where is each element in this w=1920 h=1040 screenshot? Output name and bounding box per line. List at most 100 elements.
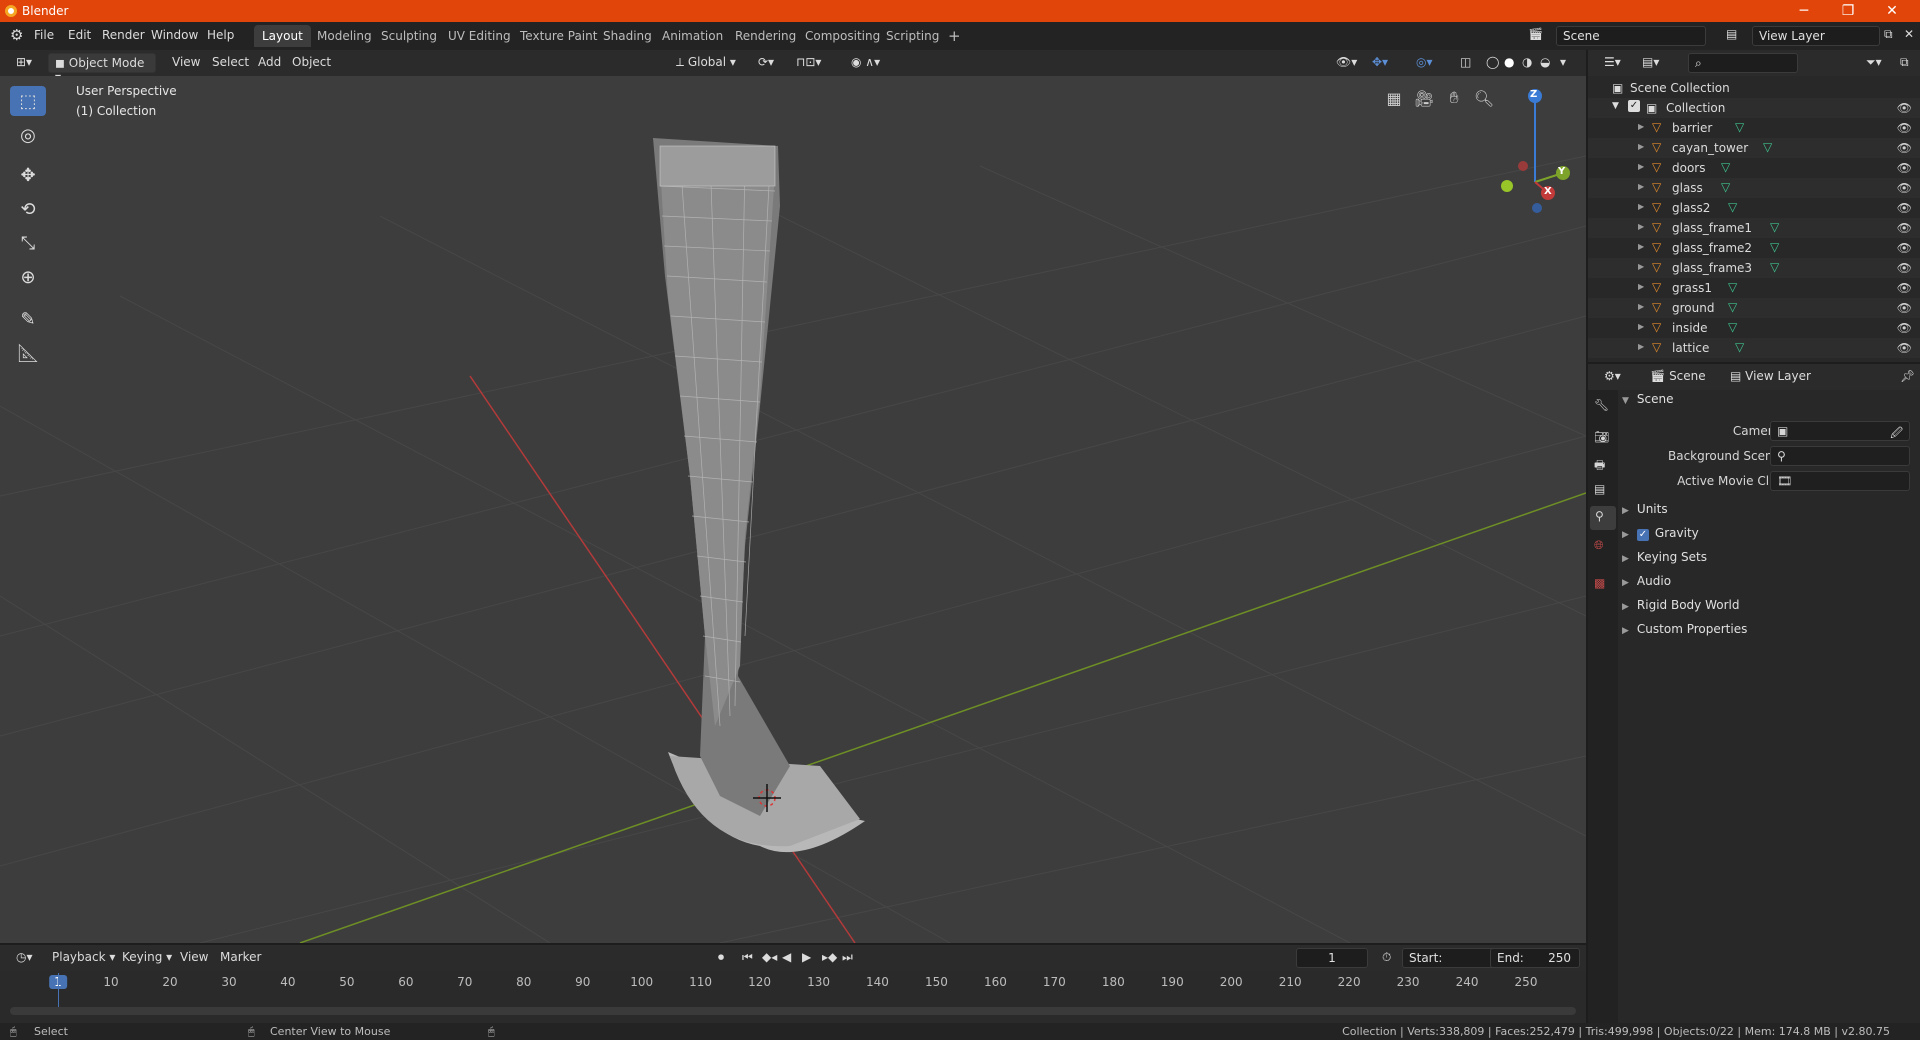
end-frame-field[interactable]: End: 250	[1490, 948, 1580, 968]
gizmo-toggle-icon[interactable]: ✥▾	[1366, 53, 1394, 73]
timeline-area[interactable]: 1102030405060708090100110120130140150160…	[0, 971, 1586, 1023]
eye-icon[interactable]: 👁︎	[1897, 281, 1912, 295]
scene-selector[interactable]: Scene	[1556, 26, 1706, 46]
expand-icon[interactable]: ▶	[1638, 282, 1644, 291]
audio-panel-header[interactable]: ▶ Audio	[1622, 574, 1912, 596]
menu-keying[interactable]: Keying ▾	[116, 948, 178, 968]
expand-icon[interactable]: ▶	[1638, 162, 1644, 171]
view-layer-selector[interactable]: View Layer	[1752, 26, 1880, 46]
mesh-data-icon[interactable]: ▽	[1770, 260, 1779, 274]
minimize-button[interactable]: ─	[1782, 1, 1826, 21]
outliner-object-row[interactable]: ▶ ▽ glass_frame3 ▽ 👁︎	[1588, 258, 1920, 278]
mesh-data-icon[interactable]: ▽	[1735, 120, 1744, 134]
eye-icon[interactable]: 👁︎	[1897, 101, 1912, 115]
scene-properties-tab[interactable]: ⚲	[1590, 506, 1616, 530]
outliner-object-row[interactable]: ▶ ▽ doors ▽ 👁︎	[1588, 158, 1920, 178]
outliner-object-row[interactable]: ▶ ▽ ground ▽ 👁︎	[1588, 298, 1920, 318]
gizmo-x-label[interactable]: X	[1544, 186, 1552, 197]
tab-shading[interactable]: Shading	[595, 25, 660, 47]
expand-icon[interactable]: ▶	[1638, 122, 1644, 131]
mesh-data-icon[interactable]: ▽	[1763, 140, 1772, 154]
transform-tool-icon[interactable]: ⊕	[10, 262, 46, 292]
mesh-data-icon[interactable]: ▽	[1728, 300, 1737, 314]
expand-icon[interactable]: ▶	[1638, 222, 1644, 231]
display-mode-icon[interactable]: ▤▾	[1636, 53, 1665, 73]
scene-icon[interactable]: 🎬︎	[1528, 27, 1543, 41]
outliner-object-row[interactable]: ▶ ▽ glass_frame1 ▽ 👁︎	[1588, 218, 1920, 238]
menu-timeline-view[interactable]: View	[174, 948, 214, 968]
keying-sets-panel-header[interactable]: ▶ Keying Sets	[1622, 550, 1912, 572]
view-layer-icon[interactable]: ▤	[1726, 27, 1737, 41]
gravity-checkbox-icon[interactable]: ✓	[1636, 529, 1649, 541]
scale-tool-icon[interactable]: ⤡	[10, 228, 46, 258]
camera-field[interactable]: ▣ 🖉	[1770, 421, 1910, 441]
expand-icon[interactable]: ▶	[1638, 142, 1644, 151]
mesh-data-icon[interactable]: ▽	[1721, 180, 1730, 194]
outliner-object-row[interactable]: ▶ ▽ glass ▽ 👁︎	[1588, 178, 1920, 198]
pin-icon[interactable]: 📌︎	[1894, 367, 1920, 387]
remove-view-layer-icon[interactable]: ✕	[1904, 27, 1914, 41]
shading-options-icon[interactable]: ▾	[1554, 53, 1572, 73]
eye-icon[interactable]: 👁︎	[1897, 181, 1912, 195]
timeline-editor-type-icon[interactable]: ◷▾	[10, 948, 39, 968]
mesh-data-icon[interactable]: ▽	[1735, 340, 1744, 354]
expand-icon[interactable]: ▶	[1638, 322, 1644, 331]
eye-icon[interactable]: 👁︎	[1897, 261, 1912, 275]
tab-scripting[interactable]: Scripting	[878, 25, 947, 47]
units-panel-header[interactable]: ▶ Units	[1622, 502, 1912, 524]
gravity-panel-header[interactable]: ▶ ✓ Gravity	[1622, 526, 1912, 548]
eye-icon[interactable]: 👁︎	[1897, 241, 1912, 255]
properties-scene-tab[interactable]: 🎬︎ Scene	[1644, 367, 1712, 387]
annotate-tool-icon[interactable]: ✎	[10, 304, 46, 334]
current-frame-field[interactable]: 1	[1296, 948, 1368, 968]
eye-icon[interactable]: 👁︎	[1897, 161, 1912, 175]
mesh-data-icon[interactable]: ▽	[1770, 220, 1779, 234]
toggle-camera-grid-icon[interactable]: ▦	[1380, 84, 1408, 112]
menu-add[interactable]: Add	[252, 53, 287, 73]
background-scene-field[interactable]: ⚲	[1770, 446, 1910, 466]
tab-compositing[interactable]: Compositing	[797, 25, 888, 47]
eye-icon[interactable]: 👁︎	[1897, 201, 1912, 215]
tab-layout[interactable]: Layout	[254, 25, 311, 47]
expand-icon[interactable]: ▶	[1638, 262, 1644, 271]
tab-uv-editing[interactable]: UV Editing	[440, 25, 519, 47]
select-box-tool-icon[interactable]: ⬚	[10, 86, 46, 116]
outliner-object-row[interactable]: ▶ ▽ grass1 ▽ 👁︎	[1588, 278, 1920, 298]
mesh-data-icon[interactable]: ▽	[1721, 160, 1730, 174]
use-preview-range-icon[interactable]: ⏱	[1376, 948, 1397, 968]
mesh-data-icon[interactable]: ▽	[1728, 280, 1737, 294]
render-tab-icon[interactable]: 📷︎	[1594, 430, 1609, 444]
eyedropper-icon[interactable]: 🖉	[1890, 424, 1903, 445]
new-collection-icon[interactable]: ⧉	[1894, 53, 1915, 73]
close-button[interactable]: ✕	[1870, 1, 1914, 21]
rigid-body-world-panel-header[interactable]: ▶ Rigid Body World	[1622, 598, 1912, 620]
timeline-scrollbar[interactable]	[10, 1007, 1576, 1015]
snap-icon[interactable]: ⊓⊡▾	[790, 53, 827, 73]
collection-checkbox-icon[interactable]: ✓	[1628, 100, 1640, 112]
move-tool-icon[interactable]: ✥	[10, 160, 46, 190]
outliner-object-row[interactable]: ▶ ▽ barrier ▽ 👁︎	[1588, 118, 1920, 138]
mesh-data-icon[interactable]: ▽	[1770, 240, 1779, 254]
tab-animation[interactable]: Animation	[654, 25, 731, 47]
jump-end-icon[interactable]: ⏭	[836, 948, 859, 968]
gizmo-y-label[interactable]: Y	[1558, 166, 1565, 177]
menu-file[interactable]: File	[34, 28, 54, 42]
menu-render[interactable]: Render	[102, 28, 145, 42]
menu-help[interactable]: Help	[207, 28, 234, 42]
maximize-button[interactable]: ❐	[1826, 1, 1870, 21]
play-reverse-icon[interactable]: ◀	[776, 948, 797, 968]
tool-settings-tab-icon[interactable]: 🔧︎	[1594, 398, 1609, 412]
outliner-object-row[interactable]: ▶ ▽ inside ▽ 👁︎	[1588, 318, 1920, 338]
expand-icon[interactable]: ▶	[1638, 302, 1644, 311]
timeline-ruler[interactable]: 1102030405060708090100110120130140150160…	[0, 971, 1586, 993]
menu-window[interactable]: Window	[151, 28, 198, 42]
blender-menu-icon[interactable]: ⚙	[10, 26, 23, 44]
camera-view-icon[interactable]: 🎥︎	[1410, 84, 1438, 112]
pan-view-icon[interactable]: ✋︎	[1440, 84, 1468, 112]
xray-icon[interactable]: ◫	[1454, 53, 1477, 73]
visibility-icon[interactable]: 👁︎▾	[1330, 53, 1363, 73]
mesh-data-icon[interactable]: ▽	[1728, 200, 1737, 214]
scene-section-header[interactable]: ▼ Scene	[1622, 392, 1912, 414]
3d-viewport[interactable]: Z Y X User Perspective (1) Collection ⬚ …	[0, 76, 1586, 943]
expand-icon[interactable]: ▶	[1638, 342, 1644, 351]
